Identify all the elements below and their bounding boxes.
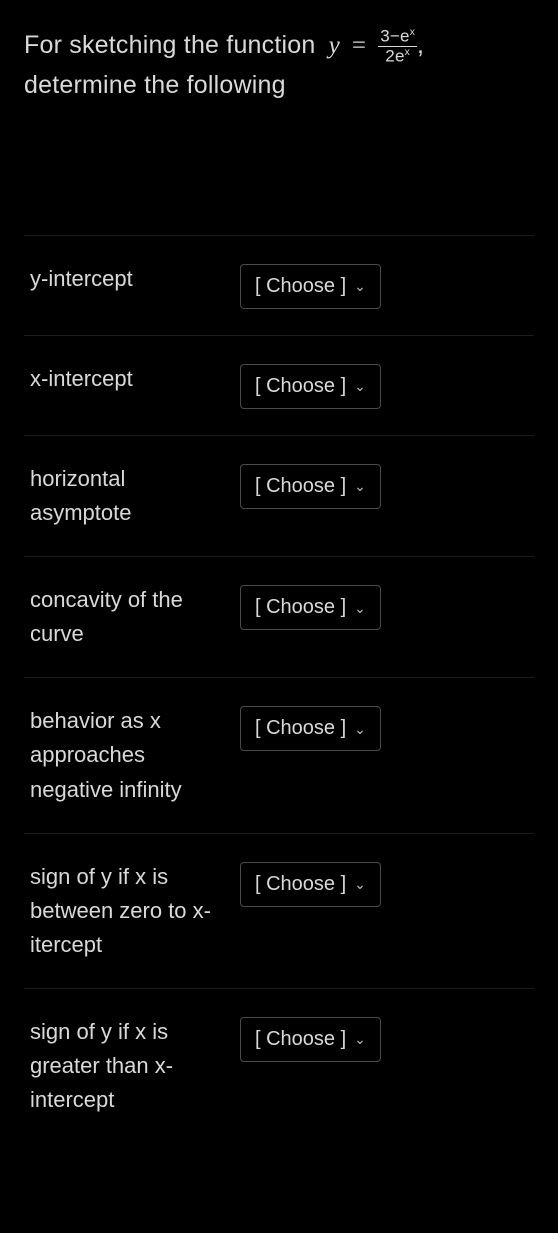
label-y-intercept: y-intercept xyxy=(30,262,240,296)
trailing-comma: , xyxy=(417,31,424,59)
select-placeholder: [ Choose ] xyxy=(255,1028,346,1051)
select-placeholder: [ Choose ] xyxy=(255,375,346,398)
select-concavity[interactable]: [ Choose ] ⌄ xyxy=(240,585,381,630)
label-sign-greater: sign of y if x is greater than x-interce… xyxy=(30,1015,240,1117)
row-x-intercept: x-intercept [ Choose ] ⌄ xyxy=(24,335,534,435)
select-wrap: [ Choose ] ⌄ xyxy=(240,364,381,409)
row-horizontal-asymptote: horizontal asymptote [ Choose ] ⌄ xyxy=(24,435,534,556)
select-horizontal-asymptote[interactable]: [ Choose ] ⌄ xyxy=(240,464,381,509)
row-behavior-neg-inf: behavior as x approaches negative infini… xyxy=(24,677,534,832)
select-wrap: [ Choose ] ⌄ xyxy=(240,264,381,309)
row-y-intercept: y-intercept [ Choose ] ⌄ xyxy=(24,235,534,335)
select-wrap: [ Choose ] ⌄ xyxy=(240,585,381,630)
select-wrap: [ Choose ] ⌄ xyxy=(240,706,381,751)
label-sign-between: sign of y if x is between zero to x-iter… xyxy=(30,860,240,962)
select-wrap: [ Choose ] ⌄ xyxy=(240,862,381,907)
select-sign-between[interactable]: [ Choose ] ⌄ xyxy=(240,862,381,907)
chevron-down-icon: ⌄ xyxy=(354,722,366,736)
prompt-text-line2: determine the following xyxy=(24,71,286,99)
fraction-numerator: 3−ex xyxy=(378,27,417,47)
select-placeholder: [ Choose ] xyxy=(255,596,346,619)
num-3-minus: 3− xyxy=(380,26,400,45)
num-exp: x xyxy=(410,27,415,38)
variable-y: y xyxy=(329,27,340,66)
chevron-down-icon: ⌄ xyxy=(354,877,366,891)
question-rows: y-intercept [ Choose ] ⌄ x-intercept [ C… xyxy=(24,235,534,1143)
fraction: 3−ex 2ex xyxy=(378,27,417,67)
select-placeholder: [ Choose ] xyxy=(255,873,346,896)
chevron-down-icon: ⌄ xyxy=(354,279,366,293)
label-behavior-neg-inf: behavior as x approaches negative infini… xyxy=(30,704,240,806)
question-page: For sketching the function y= 3−ex 2ex ,… xyxy=(0,0,558,1143)
den-e: e xyxy=(395,47,405,66)
select-behavior-neg-inf[interactable]: [ Choose ] ⌄ xyxy=(240,706,381,751)
select-wrap: [ Choose ] ⌄ xyxy=(240,464,381,509)
select-y-intercept[interactable]: [ Choose ] ⌄ xyxy=(240,264,381,309)
select-x-intercept[interactable]: [ Choose ] ⌄ xyxy=(240,364,381,409)
den-2: 2 xyxy=(385,47,395,66)
select-wrap: [ Choose ] ⌄ xyxy=(240,1017,381,1062)
chevron-down-icon: ⌄ xyxy=(354,479,366,493)
select-placeholder: [ Choose ] xyxy=(255,475,346,498)
num-e: e xyxy=(400,26,410,45)
chevron-down-icon: ⌄ xyxy=(354,379,366,393)
select-placeholder: [ Choose ] xyxy=(255,275,346,298)
select-sign-greater[interactable]: [ Choose ] ⌄ xyxy=(240,1017,381,1062)
select-placeholder: [ Choose ] xyxy=(255,717,346,740)
prompt-text-pre: For sketching the function xyxy=(24,31,323,59)
fraction-denominator: 2ex xyxy=(383,47,412,66)
chevron-down-icon: ⌄ xyxy=(354,601,366,615)
label-horizontal-asymptote: horizontal asymptote xyxy=(30,462,240,530)
equals-sign: = xyxy=(352,32,366,59)
label-x-intercept: x-intercept xyxy=(30,362,240,396)
den-exp: x xyxy=(405,47,410,58)
question-prompt: For sketching the function y= 3−ex 2ex ,… xyxy=(24,26,534,105)
row-concavity: concavity of the curve [ Choose ] ⌄ xyxy=(24,556,534,677)
label-concavity: concavity of the curve xyxy=(30,583,240,651)
row-sign-greater: sign of y if x is greater than x-interce… xyxy=(24,988,534,1143)
row-sign-between: sign of y if x is between zero to x-iter… xyxy=(24,833,534,988)
chevron-down-icon: ⌄ xyxy=(354,1032,366,1046)
